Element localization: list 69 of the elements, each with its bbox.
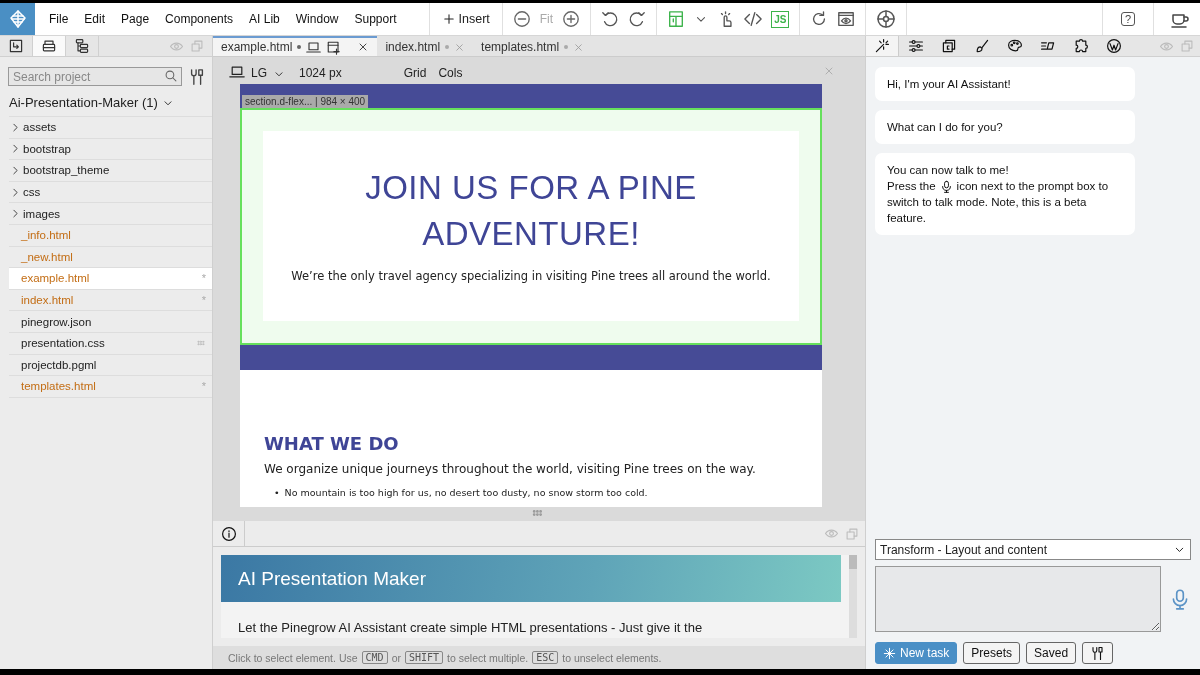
file-name: example.html [20, 272, 91, 285]
tree-item[interactable]: bootstrap_theme [9, 160, 212, 182]
menu-item[interactable]: Window [287, 12, 347, 26]
folder-name: bootstrap_theme [23, 164, 111, 177]
message-text: Press the [887, 179, 936, 194]
tree-item[interactable]: bootstrap [9, 138, 212, 161]
modified-marker: * [201, 294, 206, 307]
hero-text: We’re the only travel agency specializing in visiting Pine trees all around the world. [291, 268, 771, 283]
selection-label: section.d-flex... | 984 × 400 [242, 94, 369, 108]
file-name: templates.html [20, 380, 97, 393]
file-name: _info.html [20, 229, 72, 242]
file-name: index.html [20, 294, 75, 307]
key-hint: SHIFT [404, 651, 444, 665]
file-tab[interactable]: index.html [377, 36, 474, 56]
folder-name: images [23, 207, 62, 220]
menu-item[interactable]: Edit [76, 12, 114, 26]
key-hint: CMD [361, 651, 388, 665]
message-text: Hi, I'm your AI Assistant! [887, 77, 1011, 92]
status-text: or [391, 651, 401, 664]
help-button[interactable]: ? [1121, 12, 1135, 26]
tree-item[interactable]: css [9, 181, 212, 204]
bullet-item: No mountain is too high for us, no desert too dusty, no snow storm too cold. [284, 485, 648, 499]
bullet-marker: • [274, 485, 280, 499]
menu-item[interactable]: Support [346, 12, 405, 26]
tree-item[interactable]: presentation.css [9, 332, 212, 355]
menu-item[interactable]: Components [157, 12, 242, 26]
message-text: feature. [887, 211, 927, 226]
section-title: WHAT WE DO [264, 432, 400, 454]
message-text: switch to talk mode. Note, this is a beta [887, 195, 1088, 210]
file-tab[interactable]: example.html [213, 36, 378, 56]
project-title: Ai-Presentation-Maker (1) [9, 95, 158, 110]
hero-title: JOIN US FOR A PINE ADVENTURE! [364, 167, 698, 254]
message-text: icon next to the prompt box to [956, 179, 1109, 194]
status-text: to select multiple. [447, 651, 529, 664]
file-name: projectdb.pgml [20, 358, 98, 371]
tree-item[interactable]: projectdb.pgml [9, 354, 212, 377]
tree-item[interactable]: example.html * [9, 268, 212, 290]
device-size[interactable]: LG [251, 65, 267, 80]
modified-marker: * [201, 380, 206, 393]
width-label: 1024 px [299, 65, 342, 80]
tree-item[interactable]: pinegrow.json [9, 311, 212, 333]
grid-toggle[interactable]: Grid [403, 65, 427, 80]
presentation-text: Let the Pinegrow AI Assistant create simple HTML presentations - Just give it the [237, 619, 704, 636]
modified-marker: * [201, 272, 206, 285]
panel-button[interactable]: Saved [1026, 642, 1077, 664]
file-tab[interactable]: templates.html [473, 36, 593, 56]
panel-button[interactable]: Presets [963, 642, 1021, 664]
menu-item[interactable]: AI Lib [241, 12, 288, 26]
folder-name: bootstrap [23, 142, 72, 155]
file-name: _new.html [20, 250, 74, 263]
tree-item[interactable]: assets [9, 117, 212, 139]
section-text: We organize unique journeys throughout the world, visiting Pine trees on the way. [264, 461, 757, 476]
tree-item[interactable]: images [9, 203, 212, 225]
presentation-header: AI Presentation Maker [221, 555, 841, 603]
message-text: You can now talk to me! [887, 163, 1009, 178]
cols-toggle[interactable]: Cols [438, 65, 463, 80]
message-text: What can I do for you? [887, 120, 1003, 135]
menu-item[interactable]: File [41, 12, 77, 26]
search-field[interactable]: Search project [8, 67, 182, 86]
folder-name: assets [23, 121, 58, 134]
file-name: pinegrow.json [20, 315, 93, 328]
insert-button[interactable]: Insert [435, 12, 496, 26]
menu-item[interactable]: Page [113, 12, 158, 26]
folder-name: css [23, 186, 42, 199]
status-text: to unselect elements. [562, 651, 662, 664]
file-name: presentation.css [20, 337, 106, 350]
key-hint: ESC [532, 651, 559, 665]
status-text: Click to select element. Use [228, 651, 358, 664]
mode-select[interactable]: Transform - Layout and content [875, 539, 1191, 560]
